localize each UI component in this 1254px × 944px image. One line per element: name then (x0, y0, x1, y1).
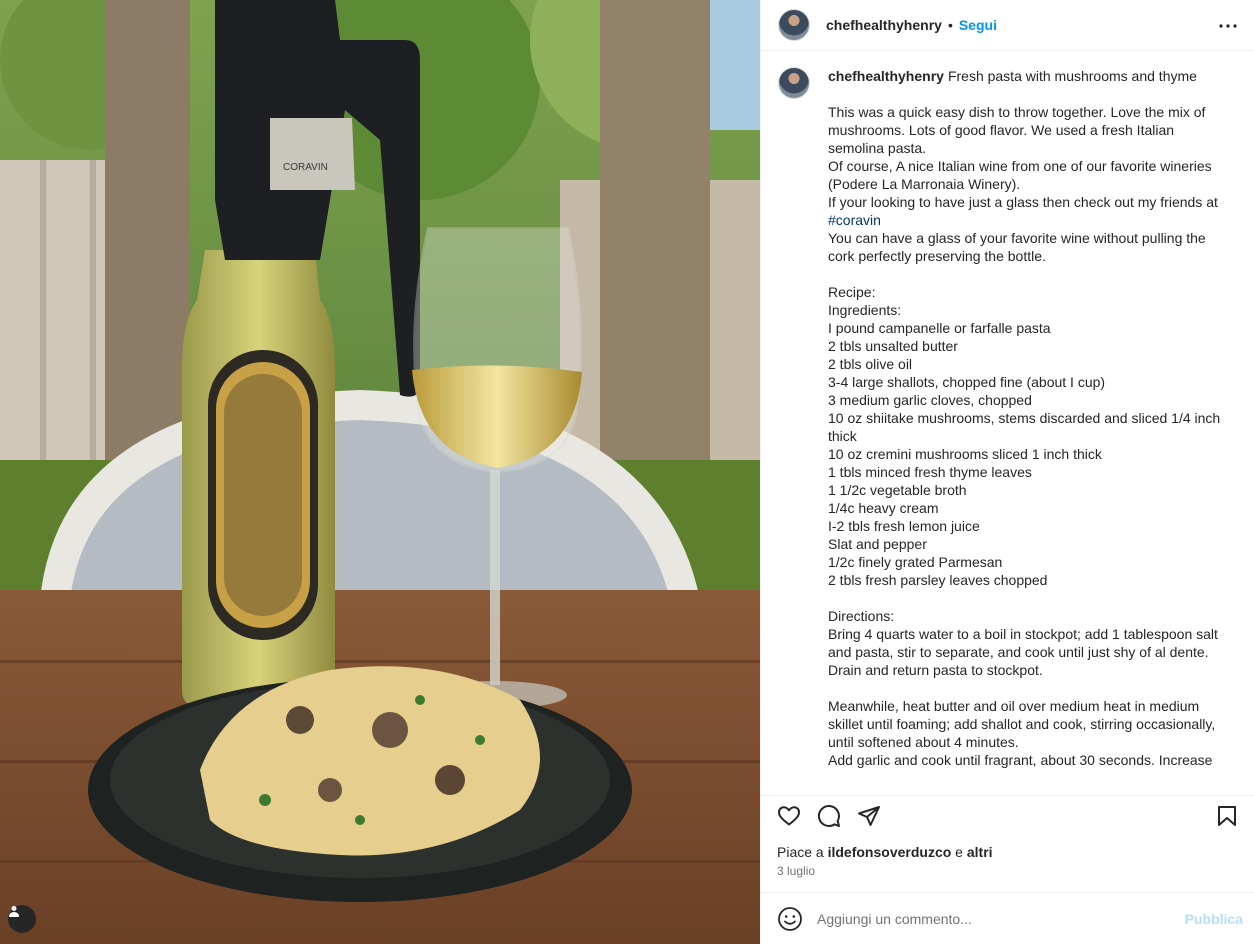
like-button[interactable] (777, 804, 801, 828)
ingredient-item: 2 tbls unsalted butter (828, 338, 958, 354)
recipe-heading: Recipe: (828, 284, 876, 300)
heart-icon (778, 805, 800, 825)
caption-line: Of course, A nice Italian wine from one … (828, 158, 1212, 192)
direction-step: Drain and return pasta to stockpot. (828, 662, 1043, 678)
direction-step: Add garlic and cook until fragrant, abou… (828, 752, 1213, 768)
ingredient-item: 10 oz shiitake mushrooms, stems discarde… (828, 410, 1221, 444)
comment-button[interactable] (817, 804, 841, 828)
ingredient-item: 3-4 large shallots, chopped fine (about … (828, 374, 1106, 390)
caption-text: chefhealthyhenry Fresh pasta with mushroo… (828, 67, 1233, 769)
emoji-button[interactable] (777, 906, 803, 932)
profile-tag-button[interactable] (8, 905, 36, 933)
caption-line: You can have a glass of your favorite wi… (828, 230, 1206, 264)
ingredient-item: 3 medium garlic cloves, chopped (828, 392, 1032, 408)
caption-scroll-area[interactable]: chefhealthyhenry Fresh pasta with mushroo… (761, 51, 1254, 794)
more-icon (1219, 24, 1237, 28)
follow-button[interactable]: Segui (959, 17, 997, 33)
likes-conjunction: e (951, 844, 967, 860)
post-date[interactable]: 3 luglio (777, 864, 815, 878)
profile-icon (9, 906, 19, 917)
directions-heading: Directions: (828, 608, 895, 624)
coravin-label: CORAVIN (283, 162, 328, 173)
ingredient-item: I pound campanelle or farfalle pasta (828, 320, 1051, 336)
caption-avatar[interactable] (778, 67, 810, 99)
save-button[interactable] (1215, 804, 1239, 828)
ingredient-item: 2 tbls olive oil (828, 356, 913, 372)
share-icon (858, 805, 880, 826)
direction-step (828, 679, 1233, 697)
hashtag-link[interactable]: #coravin (828, 212, 881, 228)
direction-step: Bring 4 quarts water to a boil in stockp… (828, 626, 1218, 660)
publish-button[interactable]: Pubblica (1185, 911, 1243, 927)
ingredient-item: Slat and pepper (828, 536, 927, 552)
share-button[interactable] (857, 804, 881, 828)
author-username[interactable]: chefhealthyhenry (826, 17, 942, 33)
ingredient-item: I-2 tbls fresh lemon juice (828, 518, 980, 534)
ingredient-item: 1/2c finely grated Parmesan (828, 554, 1003, 570)
bookmark-icon (1218, 805, 1236, 826)
likes-prefix: Piace a (777, 844, 828, 860)
ingredients-heading: Ingredients: (828, 302, 902, 318)
comment-input[interactable] (817, 910, 1185, 927)
post-actions (761, 795, 1254, 835)
caption-title: Fresh pasta with mushrooms and thyme (947, 68, 1197, 84)
likes-summary: Piace a ildefonsoverduzco e altri (777, 844, 993, 860)
header-separator: • (947, 17, 953, 33)
ingredient-item: 10 oz cremini mushrooms sliced 1 inch th… (828, 446, 1102, 462)
direction-step: Meanwhile, heat butter and oil over medi… (828, 698, 1216, 750)
caption-username[interactable]: chefhealthyhenry (828, 68, 944, 84)
ingredient-item: 1/4c heavy cream (828, 500, 939, 516)
post-header: chefhealthyhenry • Segui (761, 0, 1254, 51)
caption-line: If your looking to have just a glass the… (828, 194, 1218, 210)
caption-line: This was a quick easy dish to throw toge… (828, 104, 1206, 156)
ingredient-item: 1 1/2c vegetable broth (828, 482, 967, 498)
emoji-icon (778, 906, 802, 931)
ingredient-item: 2 tbls fresh parsley leaves chopped (828, 572, 1048, 588)
comment-icon (818, 804, 840, 827)
comment-bar: Pubblica (761, 892, 1254, 944)
caption: chefhealthyhenry Fresh pasta with mushroo… (778, 67, 1239, 769)
post-photo[interactable]: CORAVIN (0, 0, 760, 944)
more-options-button[interactable] (1216, 14, 1240, 38)
post-sidebar: chefhealthyhenry • Segui chefhealthyhenr… (760, 0, 1254, 944)
likes-others-link[interactable]: altri (967, 844, 993, 860)
photo-illustration: CORAVIN (0, 0, 760, 944)
avatar[interactable] (778, 9, 810, 41)
likes-user-link[interactable]: ildefonsoverduzco (828, 844, 952, 860)
ingredient-item: 1 tbls minced fresh thyme leaves (828, 464, 1032, 480)
